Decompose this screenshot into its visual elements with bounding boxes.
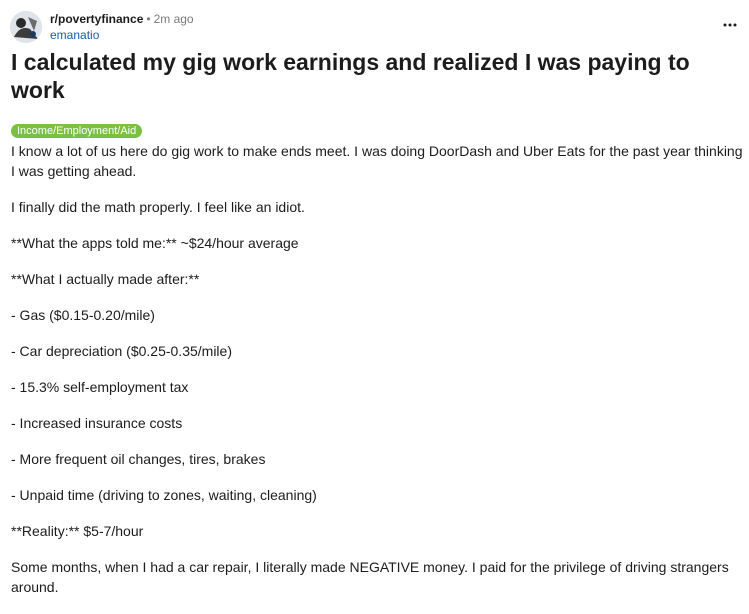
post-title[interactable]: I calculated my gig work earnings and re…	[11, 48, 731, 104]
subreddit-avatar[interactable]	[10, 11, 42, 43]
body-paragraph: I know a lot of us here do gig work to m…	[11, 143, 743, 179]
author-link[interactable]: emanatio	[50, 28, 194, 43]
body-paragraph: - Gas ($0.15-0.20/mile)	[11, 307, 155, 323]
body-paragraph: **Reality:** $5-7/hour	[11, 523, 144, 539]
body-paragraph: - Car depreciation ($0.25-0.35/mile)	[11, 343, 232, 359]
body-paragraph: I finally did the math properly. I feel …	[11, 199, 305, 215]
body-paragraph: - More frequent oil changes, tires, brak…	[11, 451, 266, 467]
post: r/povertyfinance • 2m ago emanatio I calcu…	[0, 0, 749, 614]
subreddit-link[interactable]: r/povertyfinance	[50, 12, 143, 26]
meta-separator: •	[146, 12, 151, 26]
more-options-icon[interactable]	[722, 16, 738, 32]
post-time: 2m ago	[153, 12, 194, 26]
post-flair[interactable]: Income/Employment/Aid	[11, 124, 143, 138]
body-paragraph: - Unpaid time (driving to zones, waiting…	[11, 487, 317, 503]
body-paragraph: - 15.3% self-employment tax	[11, 379, 189, 395]
post-meta: r/povertyfinance • 2m ago emanatio	[50, 12, 194, 43]
body-paragraph: Some months, when I had a car repair, I …	[11, 559, 729, 595]
post-header: r/povertyfinance • 2m ago emanatio	[10, 8, 740, 44]
body-paragraph: **What I actually made after:**	[11, 271, 200, 287]
body-paragraph: **What the apps told me:** ~$24/hour ave…	[11, 235, 299, 251]
post-body: I know a lot of us here do gig work to m…	[11, 141, 745, 613]
avatar-icon	[10, 11, 42, 43]
body-paragraph: - Increased insurance costs	[11, 415, 183, 431]
